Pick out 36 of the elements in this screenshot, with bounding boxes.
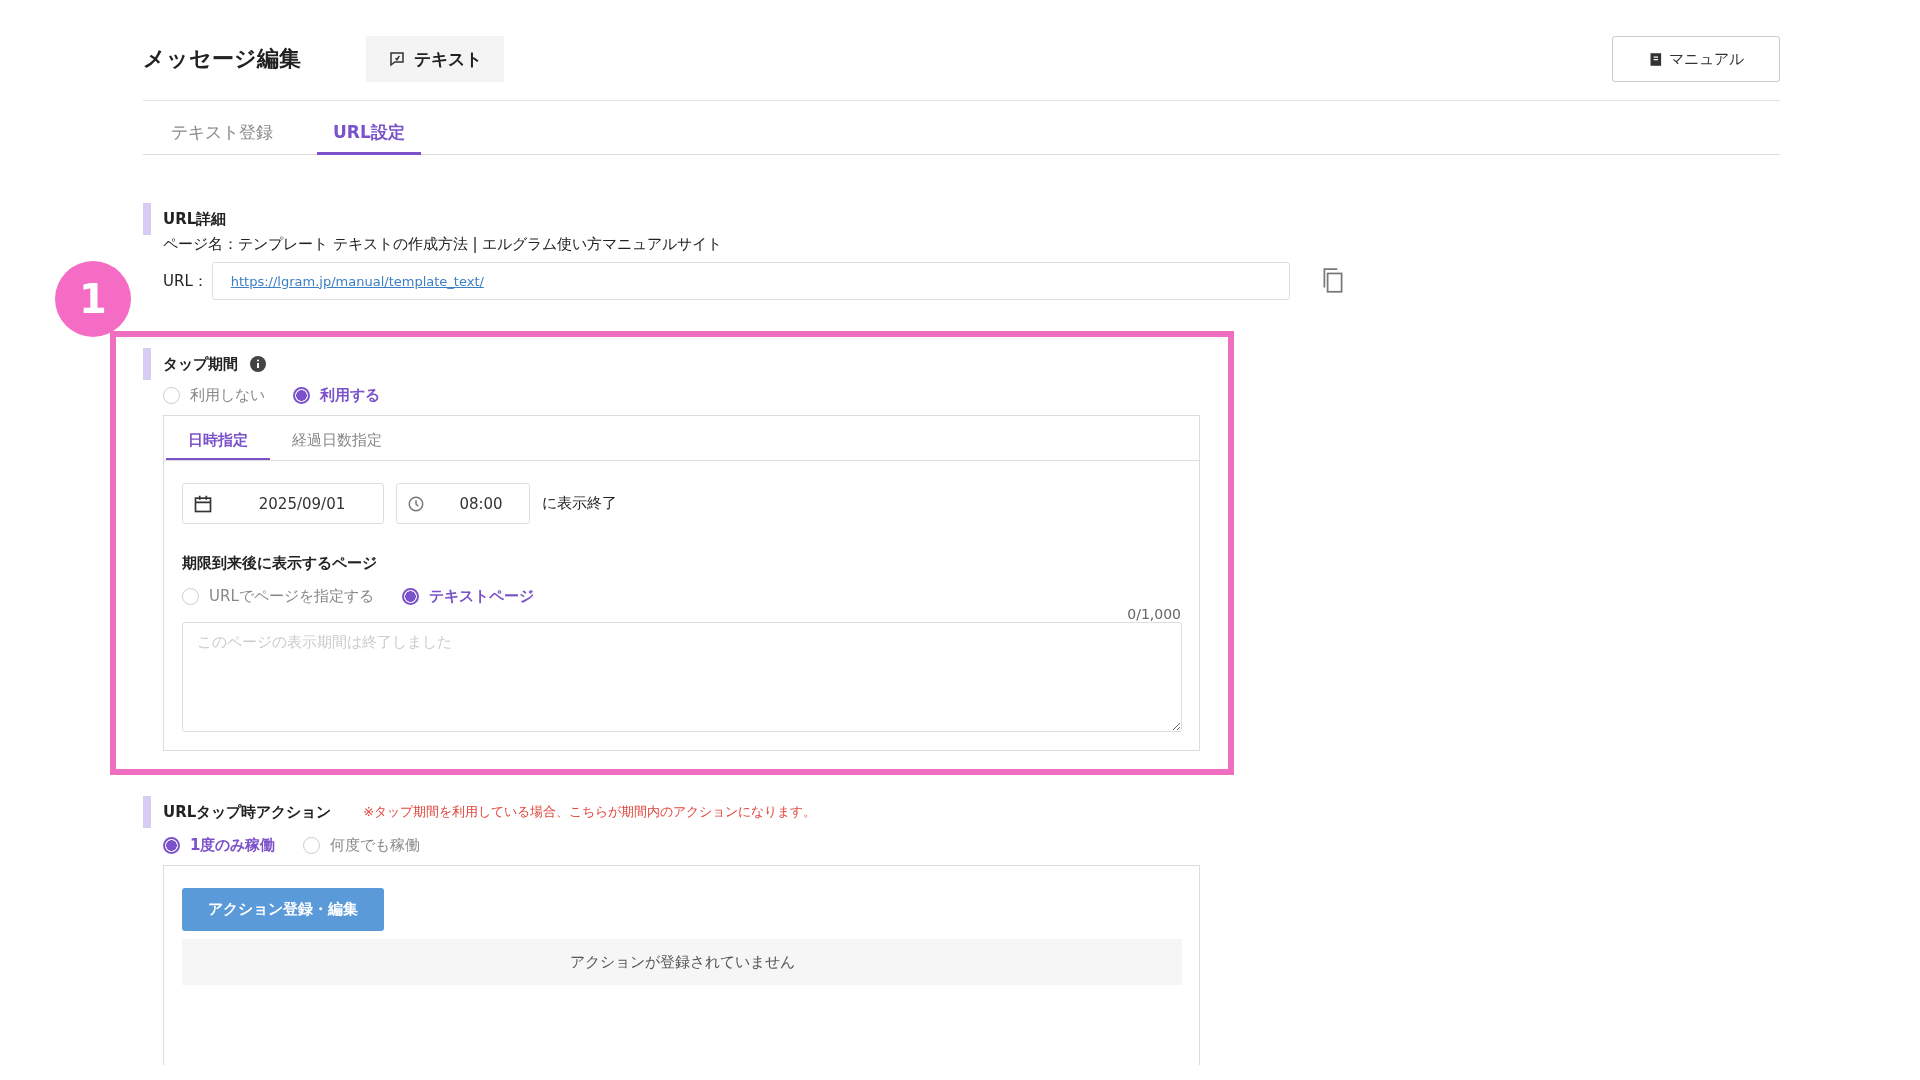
character-counter: 0/1,000 xyxy=(1126,606,1181,622)
radio-option[interactable]: 1度のみ稼働 xyxy=(163,836,276,855)
radio-option[interactable]: URLでページを指定する xyxy=(182,587,374,606)
section-marker xyxy=(143,796,151,828)
url-label: URL： xyxy=(163,271,208,291)
tab[interactable]: URL設定 xyxy=(317,101,421,155)
page-name-text: ページ名：テンプレート テキストの作成方法 | エルグラム使い方マニュアルサイト xyxy=(163,235,724,254)
section-heading: タップ期間 xyxy=(163,354,238,374)
clock-icon xyxy=(407,494,425,513)
empty-message: アクションが登録されていません xyxy=(182,939,1182,985)
info-icon[interactable] xyxy=(250,356,266,372)
book-icon xyxy=(1648,51,1663,67)
step-badge: 1 xyxy=(55,261,131,337)
subheading: 期限到来後に表示するページ xyxy=(182,554,378,573)
section-heading: URLタップ時アクション xyxy=(163,802,332,822)
section-marker xyxy=(143,348,151,380)
calendar-icon xyxy=(193,493,213,514)
time-field[interactable]: 08:00 xyxy=(396,483,530,524)
section-heading: URL詳細 xyxy=(163,209,227,229)
end-label: に表示終了 xyxy=(542,494,617,513)
radio-option[interactable]: 利用する xyxy=(293,386,380,405)
note-text: ※タップ期間を利用している場合、こちらが期間内のアクションになります。 xyxy=(363,803,817,821)
manual-button[interactable]: マニュアル xyxy=(1612,36,1780,82)
tab[interactable]: テキスト登録 xyxy=(155,101,289,155)
tab[interactable]: 日時指定 xyxy=(166,416,270,460)
url-link[interactable]: https://lgram.jp/manual/template_text/ xyxy=(230,273,484,289)
radio-option[interactable]: 利用しない xyxy=(163,386,265,405)
section-marker xyxy=(143,203,151,235)
page-title: メッセージ編集 xyxy=(143,45,302,73)
radio-option[interactable]: 何度でも稼働 xyxy=(303,836,421,855)
message-type-chip: テキスト xyxy=(366,36,504,82)
date-field[interactable]: 2025/09/01 xyxy=(182,483,384,524)
action-edit-button[interactable]: アクション登録・編集 xyxy=(182,888,384,931)
tab[interactable]: 経過日数指定 xyxy=(270,416,404,460)
chat-icon xyxy=(388,50,406,68)
radio-option[interactable]: テキストページ xyxy=(401,587,534,606)
